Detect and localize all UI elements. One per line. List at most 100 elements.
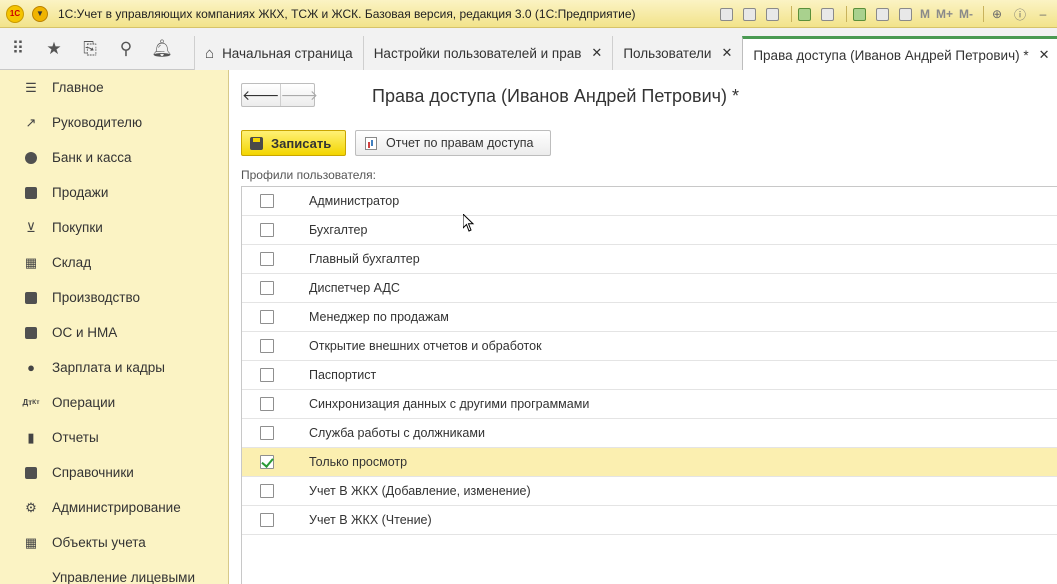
toolbar-divider xyxy=(845,6,847,22)
sidebar-item-accounts-management[interactable]: Управление лицевыми xyxy=(0,560,228,584)
section-panel-icons: ⠿ ★ ⎘ ⚲ 🔔︎ xyxy=(0,28,194,70)
sidebar-item-bank[interactable]: Банк и касса xyxy=(0,140,228,175)
apps-grid-icon[interactable]: ⠿ xyxy=(0,31,36,67)
preview-icon[interactable] xyxy=(764,5,782,23)
sections-sidebar: ☰ Главное ↗ Руководителю Банк и касса Пр… xyxy=(0,70,229,584)
tab-label: Права доступа (Иванов Андрей Петрович) * xyxy=(753,47,1029,63)
save-button[interactable]: Записать xyxy=(241,130,346,156)
trend-icon: ↗ xyxy=(25,114,37,130)
profile-checkbox[interactable] xyxy=(260,426,274,440)
sidebar-item-manager[interactable]: ↗ Руководителю xyxy=(0,105,228,140)
profile-name: Паспортист xyxy=(309,368,377,382)
profile-checkbox[interactable] xyxy=(260,513,274,527)
profile-checkbox[interactable] xyxy=(260,194,274,208)
table-row-selected[interactable]: Только просмотр xyxy=(242,448,1057,477)
forward-arrow-icon[interactable]: 🡒 xyxy=(279,84,318,106)
close-icon[interactable]: ✕ xyxy=(721,45,732,61)
book-icon xyxy=(22,464,40,482)
grid-icon: ▦ xyxy=(24,534,38,550)
toolbar-divider xyxy=(983,6,984,22)
tab-user-settings[interactable]: Настройки пользователей и прав ✕ xyxy=(362,36,613,70)
profile-checkbox[interactable] xyxy=(260,223,274,237)
close-icon[interactable]: ✕ xyxy=(591,45,602,61)
table-row[interactable]: Учет В ЖКХ (Добавление, изменение) xyxy=(242,477,1057,506)
sidebar-item-label: Администрирование xyxy=(52,500,181,515)
sidebar-item-main[interactable]: ☰ Главное xyxy=(0,70,228,105)
profile-checkbox[interactable] xyxy=(260,310,274,324)
profile-checkbox[interactable] xyxy=(260,252,274,266)
sidebar-item-operations[interactable]: Дт Кт Операции xyxy=(0,385,228,420)
tab-users[interactable]: Пользователи ✕ xyxy=(612,36,743,70)
info-icon[interactable]: ⓘ xyxy=(1011,5,1029,23)
profile-name: Диспетчер АДС xyxy=(309,281,400,295)
warehouse-icon: ▦ xyxy=(24,254,38,270)
close-icon[interactable]: ✕ xyxy=(1039,47,1050,63)
sidebar-item-sales[interactable]: Продажи xyxy=(0,175,228,210)
table-row[interactable]: Учет В ЖКХ (Чтение) xyxy=(242,506,1057,535)
window-toolbar: M M+ M- ⊕ ⓘ – xyxy=(718,4,1057,24)
profile-name: Только просмотр xyxy=(309,455,408,469)
memory-plus-button[interactable]: M+ xyxy=(936,7,953,21)
profile-checkbox[interactable] xyxy=(260,339,274,353)
table-row[interactable]: Паспортист xyxy=(242,361,1057,390)
document-icon[interactable] xyxy=(819,5,837,23)
zoom-icon[interactable]: ⊕ xyxy=(988,5,1006,23)
sidebar-item-label: Управление лицевыми xyxy=(52,570,196,584)
save-icon[interactable] xyxy=(718,5,736,23)
spreadsheet-icon[interactable] xyxy=(851,5,869,23)
sidebar-item-payroll[interactable]: ● Зарплата и кадры xyxy=(0,350,228,385)
bell-icon[interactable]: 🔔︎ xyxy=(144,31,180,67)
tab-access-rights[interactable]: Права доступа (Иванов Андрей Петрович) *… xyxy=(742,36,1057,71)
profile-checkbox[interactable] xyxy=(260,368,274,382)
back-arrow-icon[interactable]: 🡐 xyxy=(242,84,280,106)
calendar-icon[interactable] xyxy=(874,5,892,23)
tab-strip: ⌂ Начальная страница Настройки пользоват… xyxy=(194,36,1057,71)
profiles-table: Администратор Бухгалтер Главный бухгалте… xyxy=(241,186,1057,584)
table-row[interactable]: Менеджер по продажам xyxy=(242,303,1057,332)
bag-icon xyxy=(22,184,40,202)
search-icon[interactable]: ⚲ xyxy=(108,31,144,67)
floppy-disk-icon xyxy=(250,136,263,150)
table-row[interactable]: Главный бухгалтер xyxy=(242,245,1057,274)
table-row[interactable]: Диспетчер АДС xyxy=(242,274,1057,303)
app-logo[interactable]: 1С xyxy=(6,4,24,23)
sidebar-item-label: Производство xyxy=(52,290,141,305)
profile-checkbox[interactable] xyxy=(260,484,274,498)
memory-minus-button[interactable]: M- xyxy=(959,7,973,21)
minimize-icon[interactable]: – xyxy=(1034,5,1052,23)
profile-checkbox-checked[interactable] xyxy=(260,455,274,469)
sidebar-item-accounting-objects[interactable]: ▦ Объекты учета xyxy=(0,525,228,560)
memory-button[interactable]: M xyxy=(920,7,930,21)
gear-icon: ⚙ xyxy=(25,499,37,515)
profile-checkbox[interactable] xyxy=(260,397,274,411)
table-row[interactable]: Открытие внешних отчетов и обработок xyxy=(242,332,1057,361)
factory-icon xyxy=(22,289,40,307)
print-icon[interactable] xyxy=(741,5,759,23)
main-menu-dropdown-icon[interactable]: ▼ xyxy=(32,5,48,22)
history-icon[interactable]: ⎘ xyxy=(72,31,108,67)
profile-name: Главный бухгалтер xyxy=(309,252,420,266)
table-row[interactable]: Синхронизация данных с другими программа… xyxy=(242,390,1057,419)
tab-home[interactable]: ⌂ Начальная страница xyxy=(194,36,363,70)
calculator-icon[interactable] xyxy=(897,5,915,23)
sidebar-item-administration[interactable]: ⚙ Администрирование xyxy=(0,490,228,525)
sidebar-item-label: ОС и НМА xyxy=(52,325,118,340)
sidebar-item-catalogs[interactable]: Справочники xyxy=(0,455,228,490)
table-row[interactable]: Бухгалтер xyxy=(242,216,1057,245)
sidebar-item-label: Продажи xyxy=(52,185,109,200)
tab-label: Начальная страница xyxy=(222,45,353,61)
table-row[interactable]: Служба работы с должниками xyxy=(242,419,1057,448)
favorites-star-icon[interactable]: ★ xyxy=(36,31,72,67)
profile-checkbox[interactable] xyxy=(260,281,274,295)
menu-lines-icon: ☰ xyxy=(25,79,37,95)
upload-icon[interactable] xyxy=(796,5,814,23)
access-report-button[interactable]: Отчет по правам доступа xyxy=(355,130,551,156)
table-row[interactable]: Администратор xyxy=(242,187,1057,216)
sidebar-item-warehouse[interactable]: ▦ Склад xyxy=(0,245,228,280)
sidebar-item-label: Склад xyxy=(52,255,92,270)
sidebar-item-label: Операции xyxy=(52,395,116,410)
sidebar-item-fixed-assets[interactable]: ОС и НМА xyxy=(0,315,228,350)
sidebar-item-purchases[interactable]: ⊻ Покупки xyxy=(0,210,228,245)
sidebar-item-reports[interactable]: ▮ Отчеты xyxy=(0,420,228,455)
sidebar-item-production[interactable]: Производство xyxy=(0,280,228,315)
